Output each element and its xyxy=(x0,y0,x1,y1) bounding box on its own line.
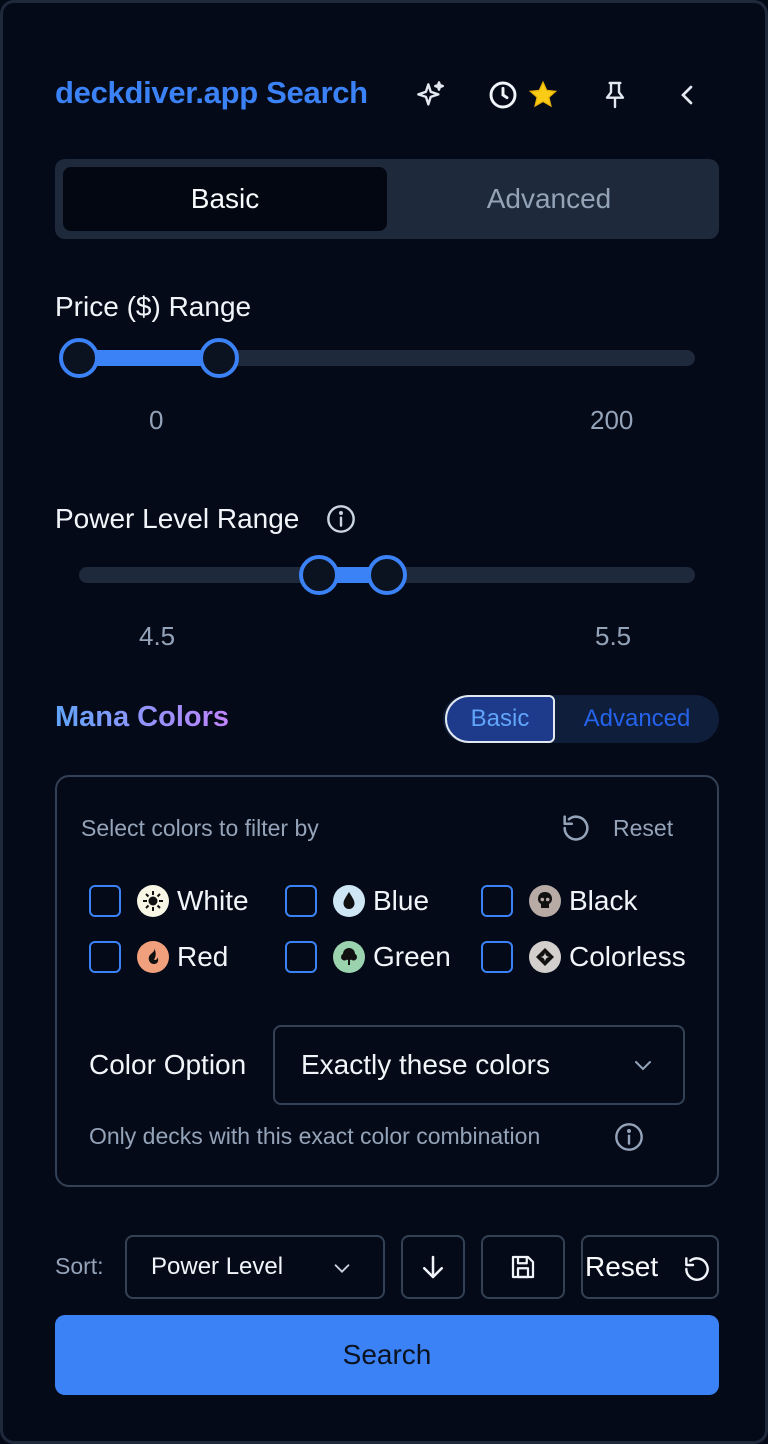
save-button[interactable] xyxy=(481,1235,565,1299)
tab-basic[interactable]: Basic xyxy=(63,167,387,231)
sort-direction-button[interactable] xyxy=(401,1235,465,1299)
arrow-down-icon xyxy=(423,1255,443,1279)
black-mana-icon xyxy=(529,885,561,917)
checkbox-white[interactable] xyxy=(89,885,121,917)
sort-value: Power Level xyxy=(151,1253,284,1280)
power-min-value: 4.5 xyxy=(139,621,176,651)
power-max-value: 5.5 xyxy=(595,621,632,651)
mana-mode-advanced[interactable]: Advanced xyxy=(557,695,717,743)
reset-button-label: Reset xyxy=(585,1251,659,1282)
checkbox-red[interactable] xyxy=(89,941,121,973)
panel-title: deckdiver.app Search xyxy=(55,75,368,110)
info-icon[interactable] xyxy=(325,503,357,535)
color-label-white: White xyxy=(177,885,249,916)
checkbox-blue[interactable] xyxy=(285,885,317,917)
chevron-left-icon[interactable] xyxy=(669,77,705,113)
power-min-thumb[interactable] xyxy=(299,555,339,595)
mana-colors-title: Mana Colors xyxy=(55,701,230,733)
tab-advanced[interactable]: Advanced xyxy=(387,167,711,231)
color-option-label: Color Option xyxy=(89,1049,247,1080)
checkbox-green[interactable] xyxy=(285,941,317,973)
color-label-blue: Blue xyxy=(373,885,430,916)
color-label-colorless: Colorless xyxy=(569,941,686,972)
checkbox-colorless[interactable] xyxy=(481,941,513,973)
color-label-red: Red xyxy=(177,941,229,972)
reset-icon[interactable] xyxy=(559,811,595,847)
mana-reset-button[interactable]: Reset xyxy=(613,815,673,842)
sort-select[interactable]: Power Level xyxy=(125,1235,385,1299)
sort-label: Sort: xyxy=(55,1253,104,1279)
search-button[interactable]: Search xyxy=(55,1315,719,1395)
price-max-value: 200 xyxy=(590,405,634,435)
mana-hint: Select colors to filter by xyxy=(81,815,319,841)
price-range-fill xyxy=(79,350,219,366)
price-range-label: Price ($) Range xyxy=(55,291,252,322)
sparkles-icon[interactable] xyxy=(413,77,449,113)
mode-tabs: Basic Advanced xyxy=(55,159,719,239)
star-icon[interactable] xyxy=(525,77,561,113)
color-label-green: Green xyxy=(373,941,451,972)
color-option-value: Exactly these colors xyxy=(301,1049,550,1080)
red-mana-icon xyxy=(137,941,169,973)
reset-button[interactable]: Reset xyxy=(581,1235,719,1299)
colorless-mana-icon xyxy=(529,941,561,973)
mana-mode-basic[interactable]: Basic xyxy=(445,695,555,743)
checkbox-black[interactable] xyxy=(481,885,513,917)
save-icon xyxy=(511,1255,535,1279)
clock-icon[interactable] xyxy=(485,77,521,113)
price-min-value: 0 xyxy=(149,405,164,435)
color-option-help: Only decks with this exact color combina… xyxy=(89,1123,541,1149)
power-max-thumb[interactable] xyxy=(367,555,407,595)
pin-icon[interactable] xyxy=(597,77,633,113)
info-icon[interactable] xyxy=(613,1121,645,1153)
white-mana-icon xyxy=(137,885,169,917)
power-range-label: Power Level Range xyxy=(55,503,300,534)
blue-mana-icon xyxy=(333,885,365,917)
price-min-thumb[interactable] xyxy=(59,338,99,378)
green-mana-icon xyxy=(333,941,365,973)
chevron-down-icon xyxy=(631,1053,655,1077)
reset-icon xyxy=(681,1253,713,1285)
chevron-down-icon xyxy=(331,1257,353,1279)
color-label-black: Black xyxy=(569,885,638,916)
search-panel: deckdiver.app Search Basic Advanced Pric… xyxy=(0,0,768,1444)
price-max-thumb[interactable] xyxy=(199,338,239,378)
color-option-select[interactable]: Exactly these colors xyxy=(273,1025,685,1105)
